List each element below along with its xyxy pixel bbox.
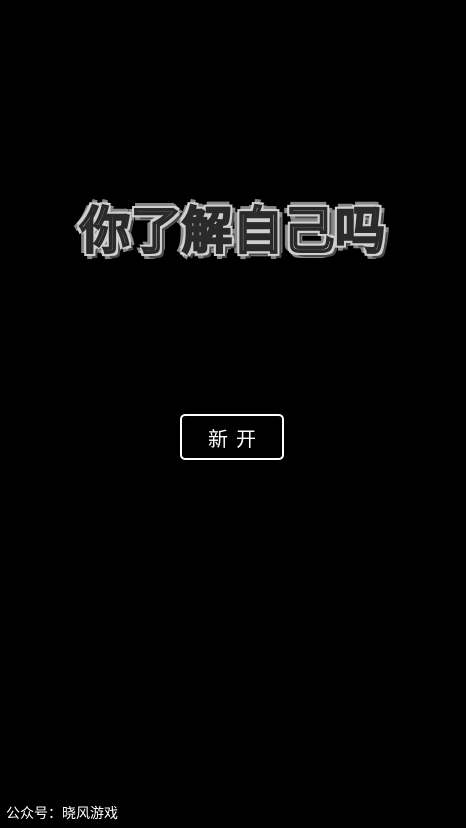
game-screen: 你了解自己吗 新开 公众号：晓风游戏 (0, 0, 466, 828)
game-title: 你了解自己吗 (79, 201, 386, 261)
footer-credit: 公众号：晓风游戏 (6, 806, 118, 822)
start-game-button[interactable]: 新开 (180, 414, 284, 460)
